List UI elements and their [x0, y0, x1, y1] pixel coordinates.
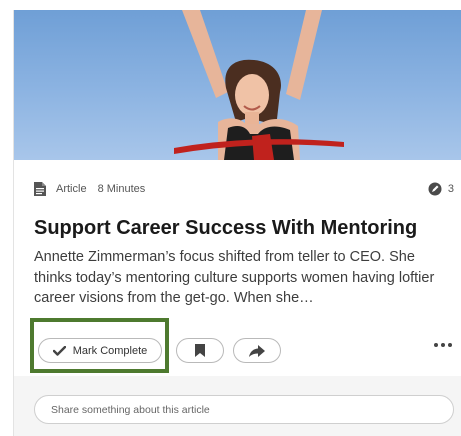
more-dots-icon[interactable]	[434, 343, 452, 347]
article-title[interactable]: Support Career Success With Mentoring	[34, 217, 454, 240]
share-input[interactable]	[34, 395, 454, 424]
document-icon	[34, 182, 46, 196]
share-button[interactable]	[233, 338, 281, 363]
content-type-label: Article	[56, 183, 87, 195]
checkmark-icon	[52, 345, 66, 356]
woman-celebrating-illustration	[174, 10, 344, 160]
bookmark-button[interactable]	[176, 338, 224, 363]
article-card: Article 8 Minutes 3 Support Career Succe…	[13, 10, 461, 436]
bookmark-icon	[195, 344, 205, 357]
article-description: Annette Zimmerman’s focus shifted from t…	[34, 249, 435, 306]
share-arrow-icon	[249, 344, 265, 357]
share-footer	[14, 376, 461, 436]
comment-icon	[428, 182, 442, 196]
mark-complete-label: Mark Complete	[72, 344, 148, 357]
comment-count-value: 3	[447, 183, 454, 195]
hero-image[interactable]	[14, 10, 461, 160]
mark-complete-button[interactable]: Mark Complete	[38, 338, 162, 363]
more-dot	[434, 343, 438, 347]
more-dot	[448, 343, 452, 347]
duration-label: 8 Minutes	[97, 183, 146, 195]
more-dot	[441, 343, 445, 347]
article-meta: Article 8 Minutes 3	[34, 180, 454, 198]
comment-count[interactable]: 3	[428, 182, 454, 196]
